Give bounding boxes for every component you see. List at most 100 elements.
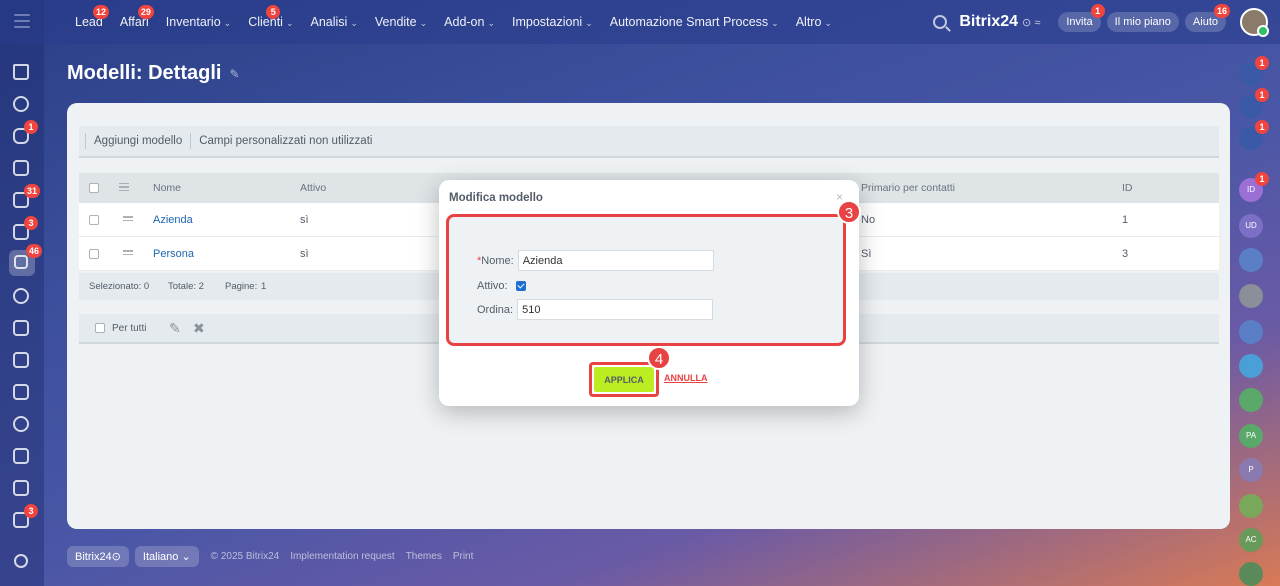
chevron-down-icon: ⌄ — [824, 18, 832, 28]
total-count: Totale: 2 — [168, 281, 204, 292]
settings-icon[interactable] — [14, 554, 28, 568]
right-rail-badge: 1 — [1255, 120, 1269, 134]
column-name[interactable]: Nome — [153, 173, 181, 203]
row-menu-icon[interactable] — [123, 216, 133, 223]
invite-label: Invita — [1066, 16, 1093, 28]
column-settings-icon[interactable] — [119, 182, 129, 194]
delete-icon[interactable]: ✖ — [193, 314, 205, 342]
column-active[interactable]: Attivo — [300, 173, 326, 203]
tasks-icon[interactable]: 31 — [13, 184, 41, 210]
chevron-down-icon: ⌄ — [350, 18, 358, 28]
forms-icon[interactable]: 3 — [13, 504, 38, 530]
column-primary[interactable]: Primario per contatti — [861, 173, 955, 203]
avatar[interactable] — [1240, 8, 1269, 37]
select-all-checkbox[interactable] — [89, 183, 99, 193]
right-rail-item[interactable] — [1239, 320, 1263, 344]
right-rail-item[interactable] — [1239, 354, 1263, 378]
column-id[interactable]: ID — [1122, 173, 1133, 203]
help-button[interactable]: Aiuto 16 — [1184, 4, 1230, 32]
search-icon[interactable] — [933, 15, 948, 29]
chevron-down-icon: ⌄ — [285, 18, 294, 28]
nav-item-clienti[interactable]: Clienti ⌄ 5 — [248, 5, 294, 29]
nav-item-altro[interactable]: Altro ⌄ — [796, 15, 832, 29]
target-icon[interactable] — [13, 288, 31, 306]
themes-link[interactable]: Themes — [406, 551, 442, 562]
right-rail-item[interactable] — [1239, 494, 1263, 518]
chat-icon[interactable]: 1 — [13, 120, 38, 146]
unused-fields-button[interactable]: Campi personalizzati non utilizzati — [199, 135, 372, 147]
nav-item-automazione-smart-process[interactable]: Automazione Smart Process ⌄ — [610, 15, 779, 29]
users-icon[interactable] — [13, 416, 31, 434]
schedule-icon[interactable] — [13, 480, 31, 498]
print-link[interactable]: Print — [453, 551, 474, 562]
implementation-link[interactable]: Implementation request — [290, 551, 395, 562]
mail-icon[interactable]: 3 — [13, 216, 38, 242]
nav-item-inventario[interactable]: Inventario ⌄ — [166, 15, 231, 29]
order-field[interactable] — [517, 299, 714, 320]
calendar-icon[interactable] — [13, 320, 31, 338]
right-rail-item[interactable] — [1239, 284, 1263, 308]
nav-item-add-on[interactable]: Add-on ⌄ — [444, 15, 495, 29]
row-name-link[interactable]: Azienda — [153, 203, 193, 236]
brand-logo[interactable]: Bitrix24 — [959, 13, 1018, 31]
add-model-button[interactable]: Aggiungi modello — [94, 135, 182, 147]
right-rail-item[interactable]: UD — [1239, 214, 1263, 238]
right-rail-label: PA — [1245, 431, 1257, 440]
right-rail-item[interactable] — [1239, 388, 1263, 412]
nav-item-impostazioni[interactable]: Impostazioni ⌄ — [512, 15, 593, 29]
right-rail-badge: 1 — [1255, 88, 1269, 102]
row-id: 3 — [1122, 247, 1129, 260]
invite-button[interactable]: Invita 1 — [1058, 4, 1105, 32]
name-label: Nome: — [481, 254, 514, 267]
tasks-badge: 31 — [24, 184, 41, 198]
active-checkbox[interactable] — [515, 281, 526, 291]
right-rail-label: UD — [1245, 221, 1257, 230]
crm-icon[interactable]: 46 — [9, 244, 43, 276]
pin-icon[interactable]: ✎ — [229, 67, 239, 81]
row-active: sì — [300, 213, 309, 226]
feed-icon[interactable] — [13, 160, 31, 178]
cancel-button[interactable]: ANNULLA — [664, 373, 708, 383]
chevron-down-icon: ⌄ — [771, 18, 779, 28]
sites-icon[interactable] — [13, 448, 31, 466]
chevron-down-icon: ⌄ — [223, 18, 232, 28]
help-badge: 16 — [1213, 4, 1230, 18]
row-checkbox[interactable] — [89, 248, 99, 259]
nav-label: Inventario — [165, 15, 221, 29]
right-rail-item[interactable]: AC — [1239, 528, 1263, 552]
row-menu-icon[interactable] — [123, 250, 133, 257]
right-rail-item[interactable]: 1 — [1239, 88, 1269, 118]
nav-label: Impostazioni — [512, 15, 583, 29]
right-rail-item[interactable]: 1 — [1239, 120, 1269, 150]
row-checkbox[interactable] — [89, 214, 99, 225]
apply-button[interactable]: APPLICA — [594, 367, 654, 392]
right-rail-item[interactable]: ID 1 — [1239, 172, 1269, 202]
row-name-link[interactable]: Persona — [153, 237, 194, 270]
nav-item-affari[interactable]: Affari 29 — [120, 5, 154, 29]
for-all-label[interactable]: Per tutti — [112, 314, 146, 342]
nav-item-vendite[interactable]: Vendite ⌄ — [375, 15, 427, 29]
nav-item-lead[interactable]: Lead 12 — [75, 5, 110, 29]
for-all-checkbox[interactable] — [95, 323, 105, 333]
activity-icon[interactable] — [13, 96, 31, 114]
docs-icon[interactable] — [13, 352, 31, 370]
nav-item-analisi[interactable]: Analisi ⌄ — [311, 15, 358, 29]
footer-brand[interactable]: Bitrix24⊙ — [67, 546, 129, 567]
drive-icon[interactable] — [13, 384, 31, 402]
right-rail-item[interactable] — [1239, 562, 1263, 586]
home-icon[interactable] — [13, 64, 31, 82]
right-rail-item[interactable]: PA — [1239, 424, 1263, 448]
language-selector[interactable]: Italiano ⌄ — [134, 546, 199, 567]
right-rail-item[interactable] — [1239, 248, 1263, 272]
right-rail-item[interactable]: P — [1239, 458, 1263, 482]
left-sidebar: 1 31 3 46 3 — [0, 0, 44, 586]
page-title: Modelli: Dettagli — [67, 62, 222, 84]
plan-button[interactable]: Il mio piano — [1106, 12, 1179, 32]
right-rail-item[interactable]: 1 — [1239, 56, 1269, 86]
row-primary: No — [861, 213, 876, 226]
edit-icon[interactable]: ✎ — [169, 314, 181, 342]
chevron-down-icon: ⌄ — [487, 18, 496, 28]
page-number[interactable]: 1 — [261, 273, 266, 300]
name-field[interactable] — [517, 250, 714, 271]
nav-label: Add-on — [444, 15, 485, 29]
